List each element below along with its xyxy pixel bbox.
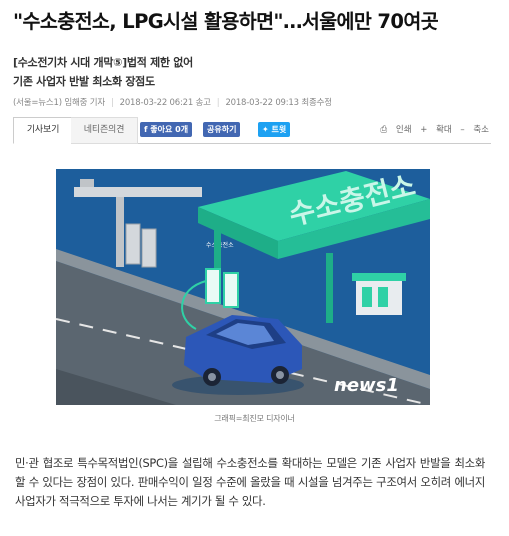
article-illustration: 수소충전소 수소충전소 news1 (56, 169, 430, 405)
tweet-button[interactable]: ✦ 트윗 (258, 122, 291, 137)
article-meta: (서울=뉴스1) 임해중 기자 | 2018-03-22 06:21 송고 | 2018… (13, 98, 332, 108)
image-caption: 그래픽=최진모 디자이너 (214, 414, 295, 423)
hydrogen-station-illustration: 수소충전소 수소충전소 news1 (56, 169, 430, 405)
article-subtitle-secondary: 기존 사업자 반발 최소화 장점도 (13, 75, 155, 88)
twitter-icon: ✦ (262, 125, 269, 134)
article-body: 민·관 협조로 특수목적법인(SPC)을 설립해 수소충전소를 확대하는 모델은… (15, 456, 485, 508)
article-subtitle: [수소전기차 시대 개막⑤]법적 제한 없어 (13, 56, 193, 69)
news1-watermark: news1 (334, 375, 399, 396)
tab-article[interactable]: 기사보기 (13, 117, 73, 144)
tweet-label: 트윗 (271, 125, 287, 134)
facebook-like-button[interactable]: f 좋아요 0개 (140, 122, 193, 137)
facebook-share-button[interactable]: 공유하기 (203, 122, 241, 137)
print-icon: ⎙ (380, 125, 388, 135)
article-toolbar: 기사보기 네티즌의견 f 좋아요 0개 공유하기 ✦ 트윗 ⎙ 인쇄 + 확대 … (13, 117, 491, 144)
facebook-icon: f (144, 125, 148, 134)
article-tools: ⎙ 인쇄 + 확대 – 축소 (368, 123, 489, 135)
updated-time: 2018-03-22 09:13 최종수정 (225, 98, 332, 108)
tab-comments[interactable]: 네티즌의견 (71, 117, 138, 144)
print-button[interactable]: ⎙ 인쇄 (374, 125, 411, 135)
like-label: 좋아요 0개 (150, 125, 189, 134)
article-headline: "수소충전소, LPG시설 활용하면"…서울에만 70여곳 (13, 10, 439, 33)
zoom-in-button[interactable]: + 확대 (420, 125, 451, 135)
published-time: 2018-03-22 06:21 송고 (119, 98, 211, 108)
byline: (서울=뉴스1) 임해중 기자 (13, 98, 105, 108)
zoom-out-button[interactable]: – 축소 (460, 125, 489, 135)
